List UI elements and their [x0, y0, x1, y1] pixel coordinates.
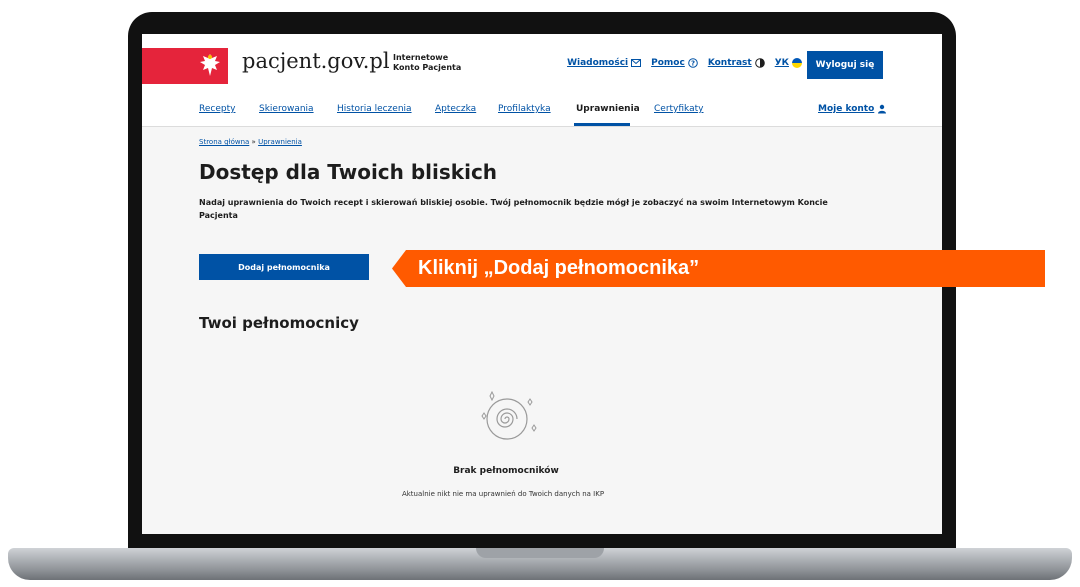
main-nav: Recepty Skierowania Historia leczenia Ap… [142, 96, 942, 127]
subtitle-line-2: Konto Pacjenta [393, 63, 462, 72]
nav-item-apteczka[interactable]: Apteczka [435, 104, 476, 114]
empty-state-description: Aktualnie nikt nie ma uprawnień do Twoic… [401, 490, 605, 498]
breadcrumb-current[interactable]: Uprawnienia [258, 138, 302, 146]
site-subtitle: Internetowe Konto Pacjenta [393, 53, 461, 73]
mail-icon [631, 59, 642, 67]
breadcrumb: Strona główna » Uprawnienia [199, 138, 302, 146]
nav-item-uprawnienia[interactable]: Uprawnienia [576, 104, 640, 114]
help-link[interactable]: Pomoc ? [651, 58, 698, 68]
contrast-icon [754, 58, 765, 68]
page-description: Nadaj uprawnienia do Twoich recept i ski… [199, 198, 828, 220]
site-logo[interactable]: pacjent.gov.pl [242, 49, 390, 73]
logout-button[interactable]: Wyloguj się [807, 51, 883, 79]
empty-state-title: Brak pełnomocników [453, 466, 559, 476]
help-label: Pomoc [651, 58, 685, 68]
empty-state-spiral-icon [481, 390, 537, 440]
nav-item-skierowania[interactable]: Skierowania [259, 104, 314, 114]
add-proxy-button[interactable]: Dodaj pełnomocnika [199, 254, 369, 280]
eagle-emblem-icon [200, 54, 220, 76]
nav-item-recepty[interactable]: Recepty [199, 104, 235, 114]
laptop-notch [476, 548, 604, 558]
contrast-link[interactable]: Kontrast [708, 58, 765, 68]
contrast-label: Kontrast [707, 58, 752, 68]
page-title: Dostęp dla Twoich bliskich [199, 160, 498, 184]
instruction-callout: Kliknij „Dodaj pełnomocnika” [392, 250, 1045, 287]
messages-label: Wiadomości [567, 58, 629, 68]
section-title: Twoi pełnomocnicy [199, 314, 359, 332]
site-header: pacjent.gov.pl Internetowe Konto Pacjent… [142, 34, 942, 97]
nav-item-profilaktyka[interactable]: Profilaktyka [498, 104, 551, 114]
help-icon: ? [688, 58, 698, 68]
utility-links: Wiadomości Pomoc ? Kontrast УК [567, 58, 802, 68]
ukraine-flag-icon [792, 58, 802, 68]
nav-item-certyfikaty[interactable]: Certyfikaty [654, 104, 703, 114]
my-account-link[interactable]: Moje konto [818, 104, 887, 114]
language-label: УК [774, 58, 789, 68]
my-account-label: Moje konto [818, 104, 875, 114]
language-ukrainian-link[interactable]: УК [775, 58, 802, 68]
svg-text:?: ? [691, 60, 695, 68]
messages-link[interactable]: Wiadomości [567, 58, 642, 68]
user-icon [878, 104, 887, 114]
breadcrumb-separator: » [251, 138, 256, 146]
breadcrumb-home[interactable]: Strona główna [199, 138, 249, 146]
nav-active-indicator [574, 123, 630, 126]
subtitle-line-1: Internetowe [393, 53, 449, 62]
nav-item-historia-leczenia[interactable]: Historia leczenia [337, 104, 412, 114]
